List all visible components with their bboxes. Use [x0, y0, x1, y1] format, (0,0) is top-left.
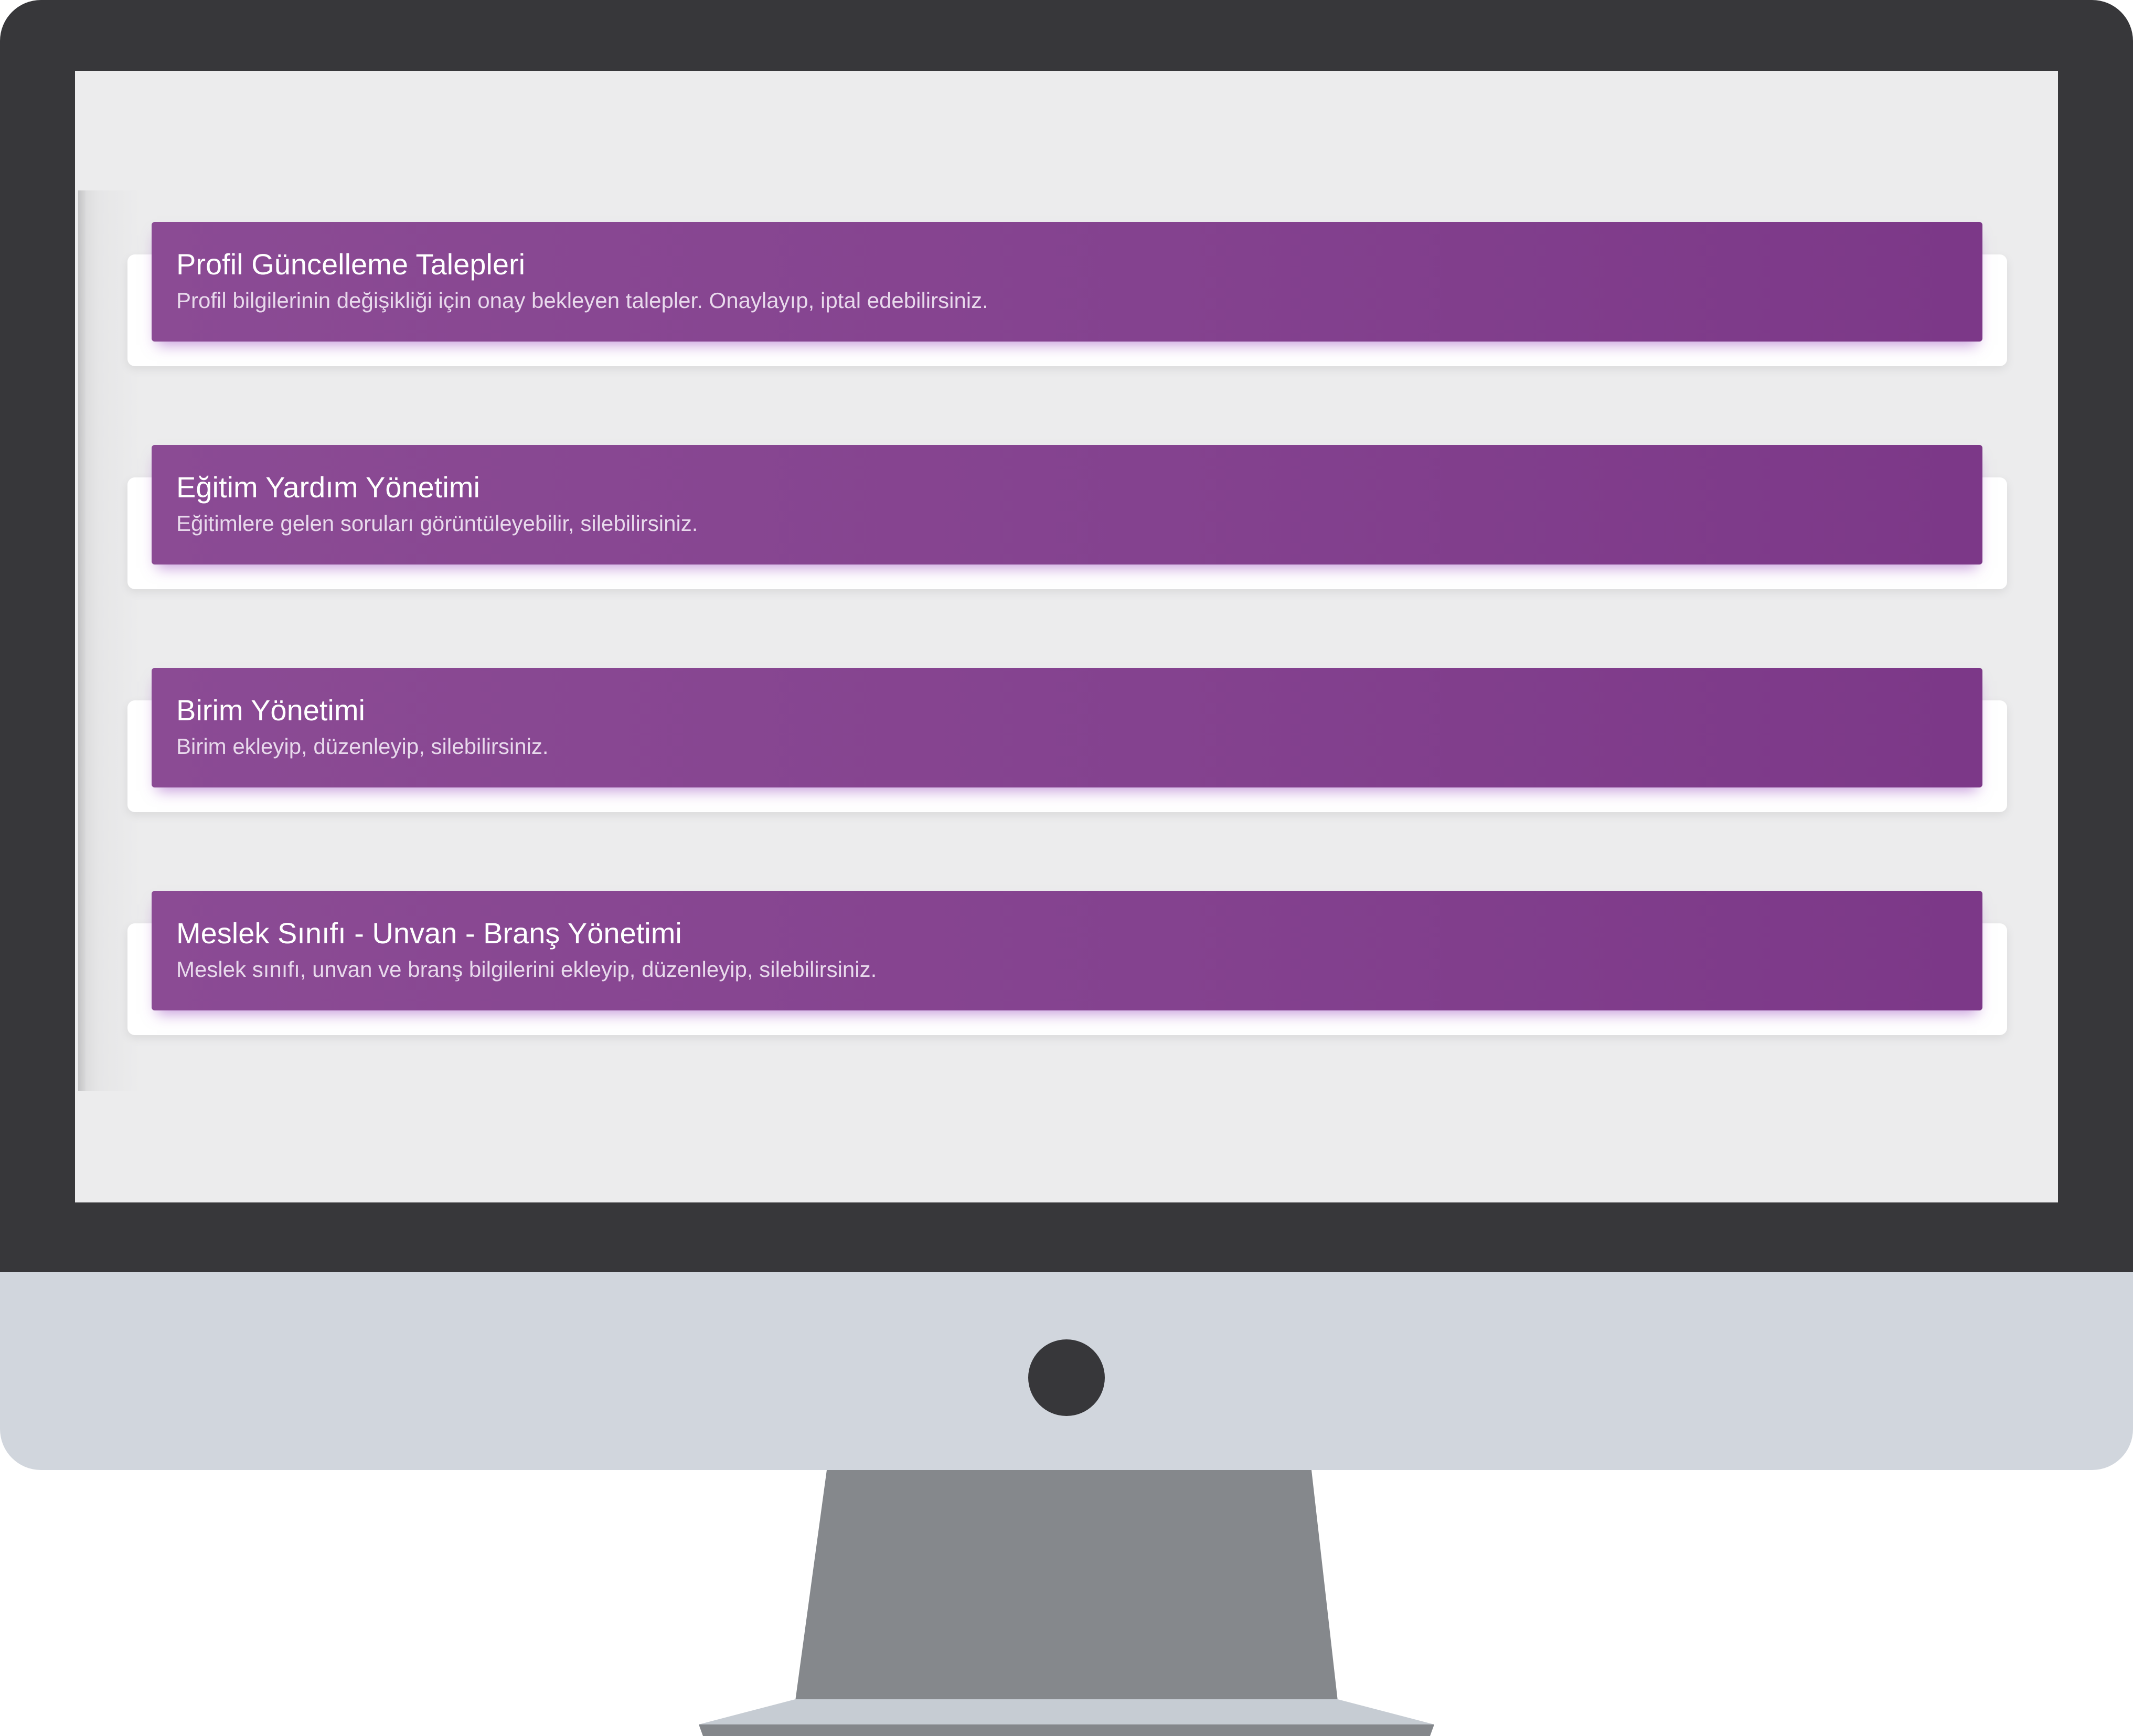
camera-icon — [1028, 1339, 1105, 1416]
monitor-mockup: Profil Güncelleme Talepleri Profil bilgi… — [0, 0, 2133, 1736]
screen: Profil Güncelleme Talepleri Profil bilgi… — [75, 71, 2058, 1202]
panel-title: Eğitim Yardım Yönetimi — [176, 471, 480, 504]
panel-description: Meslek sınıfı, unvan ve branş bilgilerin… — [176, 957, 877, 982]
panel-description: Profil bilgilerinin değişikliği için ona… — [176, 288, 988, 313]
panel-header-unit-management[interactable]: Birim Yönetimi Birim ekleyip, düzenleyip… — [152, 668, 1982, 787]
panel-description: Birim ekleyip, düzenleyip, silebilirsini… — [176, 734, 549, 759]
panel-title: Meslek Sınıfı - Unvan - Branş Yönetimi — [176, 917, 682, 950]
panel-header-training-help[interactable]: Eğitim Yardım Yönetimi Eğitimlere gelen … — [152, 445, 1982, 565]
panel-header-profession-title-branch[interactable]: Meslek Sınıfı - Unvan - Branş Yönetimi M… — [152, 891, 1982, 1010]
monitor-stand-base — [0, 1699, 2133, 1736]
panel-header-profile-requests[interactable]: Profil Güncelleme Talepleri Profil bilgi… — [152, 222, 1982, 342]
panel-description: Eğitimlere gelen soruları görüntüleyebil… — [176, 511, 698, 536]
monitor-stand-neck — [0, 1470, 2133, 1701]
panel-title: Profil Güncelleme Talepleri — [176, 248, 526, 281]
panel-title: Birim Yönetimi — [176, 694, 365, 727]
